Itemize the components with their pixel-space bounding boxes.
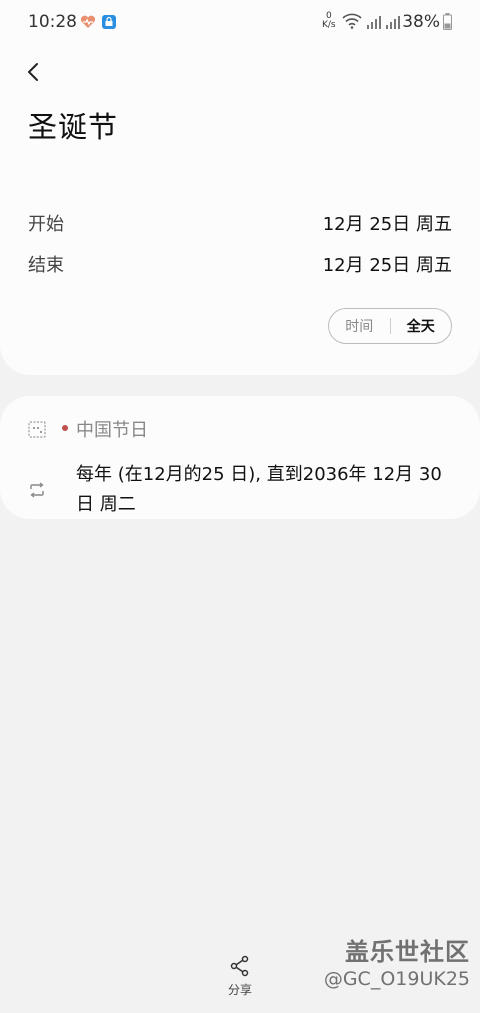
event-header-card: 圣诞节 开始 12月 25日 周五 结束 12月 25日 周五 时间 全天 (0, 44, 480, 375)
time-allday-toggle: 时间 全天 (328, 308, 452, 344)
calendar-color-dot (62, 425, 68, 431)
repeat-rule-text: 每年 (在12月的25 日), 直到2036年 12月 30 日 周二 (76, 464, 442, 515)
calendar-name: 中国节日 (76, 420, 148, 441)
status-time: 10:28 (28, 12, 77, 32)
end-label: 结束 (28, 255, 64, 276)
net-speed-indicator: 0 K/s (322, 11, 336, 30)
lock-icon (102, 14, 116, 33)
status-bar: 10:28 0 K/s 38% (0, 0, 480, 44)
all-day-option[interactable]: 全天 (391, 316, 452, 336)
event-title: 圣诞节 (28, 110, 119, 144)
battery-icon (443, 13, 452, 34)
start-date-value: 12月 25日 周五 (322, 214, 452, 235)
end-date-value: 12月 25日 周五 (322, 255, 452, 276)
watermark-title: 盖乐世社区 (345, 938, 470, 966)
event-detail-screen: 10:28 0 K/s 38% 圣诞节 开始 12月 25日 周五 结束 12月… (0, 0, 480, 1013)
watermark-user: @GC_O19UK25 (323, 968, 470, 990)
calendar-icon (28, 420, 46, 442)
time-option[interactable]: 时间 (329, 316, 390, 336)
signal-icon (366, 14, 382, 33)
heart-monitor-icon (80, 14, 96, 33)
battery-percent: 38% (402, 12, 440, 32)
signal-icon-2 (385, 14, 401, 33)
share-button[interactable]: 分享 (210, 955, 270, 1007)
back-button[interactable] (16, 54, 52, 90)
event-details-card: 中国节日 每年 (在12月的25 日), 直到2036年 12月 30 日 周二 (0, 396, 480, 519)
repeat-icon (28, 481, 46, 503)
wifi-icon (342, 13, 362, 33)
share-icon (230, 955, 249, 977)
share-label: 分享 (227, 983, 252, 997)
chevron-left-icon (28, 63, 38, 81)
start-label: 开始 (28, 214, 64, 235)
